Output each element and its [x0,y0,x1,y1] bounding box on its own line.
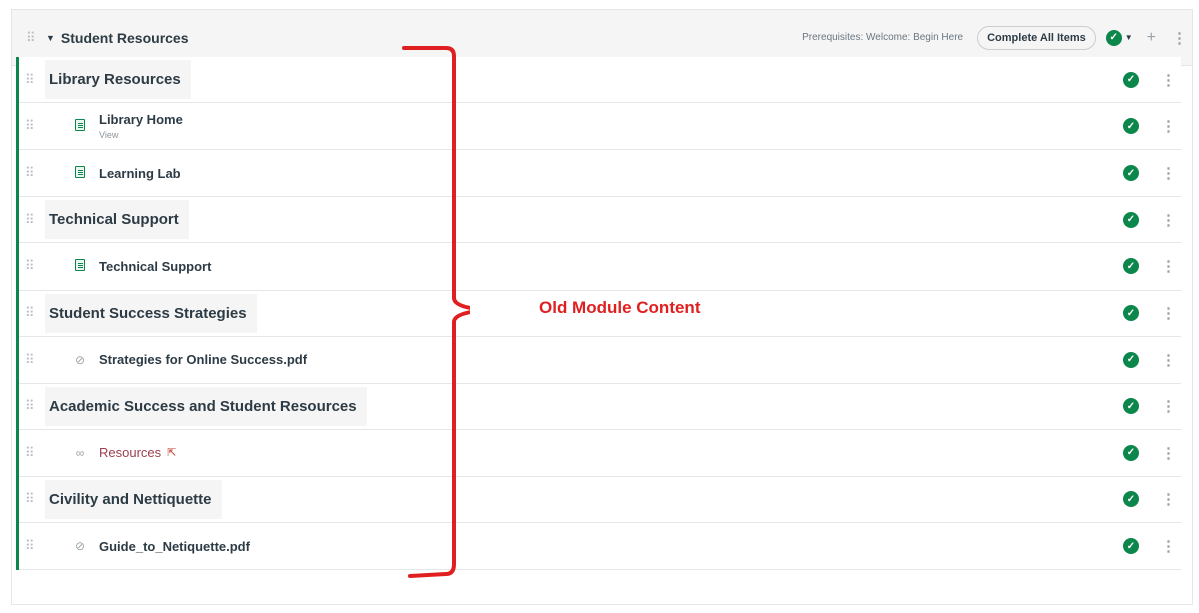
published-check-icon[interactable]: ✓ [1123,118,1139,135]
module-item-link[interactable]: Technical Support [99,259,211,274]
text-header-row[interactable]: ⠿ Academic Success and Student Resources ✓… [19,383,1181,430]
item-options-icon[interactable]: ⋮ [1161,164,1176,182]
published-check-icon[interactable]: ✓ [1123,258,1139,275]
item-options-icon[interactable]: ⋮ [1161,257,1176,275]
annotation-bracket [402,46,470,578]
text-header-label: Civility and Nettiquette [45,479,222,519]
module-options-icon[interactable]: ⋮ [1172,29,1187,47]
link-icon: ∞ [75,445,85,460]
item-options-icon[interactable]: ⋮ [1161,71,1176,89]
module-item-row[interactable]: ⠿ Learning Lab ✓ ⋮ [19,150,1181,198]
bracket-path [402,46,470,578]
drag-handle-icon[interactable]: ⠿ [25,165,39,181]
page-icon [67,258,93,274]
paperclip-icon: ⊘ [74,539,86,554]
text-header-label: Student Success Strategies [45,293,257,333]
item-options-icon[interactable]: ⋮ [1161,117,1176,135]
publish-dropdown-icon[interactable]: ▼ [1125,33,1133,42]
module-item-link[interactable]: Strategies for Online Success.pdf [99,352,307,367]
module-item-link[interactable]: Guide_to_Netiquette.pdf [99,539,250,554]
module-item-row[interactable]: ⠿ Library Home View ✓ ⋮ [19,103,1181,151]
publish-check-icon[interactable]: ✓ [1105,29,1122,46]
row-actions: ✓ ⋮ [1123,351,1176,369]
item-requirement-text: View [99,130,119,141]
row-actions: ✓ ⋮ [1123,117,1176,135]
drag-handle-icon[interactable]: ⠿ [25,538,39,554]
published-check-icon[interactable]: ✓ [1123,491,1139,508]
module-item-link[interactable]: Library Home [99,112,183,127]
item-options-icon[interactable]: ⋮ [1161,490,1176,508]
module-header-actions: Prerequisites: Welcome: Begin Here Compl… [802,25,1187,50]
row-actions: ✓ ⋮ [1123,164,1176,182]
item-options-icon[interactable]: ⋮ [1161,211,1176,229]
item-options-icon[interactable]: ⋮ [1161,444,1176,462]
item-text: Guide_to_Netiquette.pdf [99,539,250,554]
module-title: Student Resources [60,29,189,46]
external-link-icon: ⇱ [167,447,177,460]
row-actions: ✓ ⋮ [1123,304,1176,322]
item-options-icon[interactable]: ⋮ [1161,351,1176,369]
prerequisites-text: Prerequisites: Welcome: Begin Here [802,32,964,43]
drag-handle-icon[interactable]: ⠿ [25,305,39,321]
row-actions: ✓ ⋮ [1123,397,1176,415]
published-check-icon[interactable]: ✓ [1123,305,1139,322]
module-item-link[interactable]: Learning Lab [99,166,181,181]
text-header-row[interactable]: ⠿ Civility and Nettiquette ✓ ⋮ [19,476,1181,523]
item-text: Resources ⇱ [99,445,176,460]
text-header-row[interactable]: ⠿ Library Resources ✓ ⋮ [19,57,1181,103]
published-check-icon[interactable]: ✓ [1123,398,1139,415]
drag-handle-icon[interactable]: ⠿ [25,118,39,134]
text-header-label: Library Resources [45,60,191,99]
published-check-icon[interactable]: ✓ [1123,444,1139,461]
item-text: Learning Lab [99,166,181,181]
complete-all-items-button[interactable]: Complete All Items [977,25,1096,50]
row-actions: ✓ ⋮ [1123,257,1176,275]
drag-handle-icon[interactable]: ⠿ [26,30,40,46]
page-icon [67,165,93,181]
item-text: Strategies for Online Success.pdf [99,352,307,367]
drag-handle-icon[interactable]: ⠿ [25,445,39,461]
annotation-label: Old Module Content [539,298,701,317]
add-item-icon[interactable]: + [1147,29,1156,47]
module-item-row[interactable]: ⠿ ∞ Resources ⇱ ✓ ⋮ [19,429,1181,477]
row-actions: ✓ ⋮ [1123,444,1176,462]
collapse-caret-icon[interactable]: ▼ [46,33,55,43]
page-icon [67,118,93,134]
item-options-icon[interactable]: ⋮ [1161,397,1176,415]
drag-handle-icon[interactable]: ⠿ [25,398,39,414]
drag-handle-icon[interactable]: ⠿ [25,491,39,507]
paperclip-icon: ⊘ [74,352,86,367]
module-item-row[interactable]: ⠿ Technical Support ✓ ⋮ [19,243,1181,291]
text-header-label: Academic Success and Student Resources [45,386,367,426]
published-check-icon[interactable]: ✓ [1123,71,1139,88]
module-item-link[interactable]: Resources [99,445,161,460]
drag-handle-icon[interactable]: ⠿ [25,258,39,274]
item-options-icon[interactable]: ⋮ [1161,537,1176,555]
published-check-icon[interactable]: ✓ [1123,538,1139,555]
row-actions: ✓ ⋮ [1123,490,1176,508]
text-header-row[interactable]: ⠿ Technical Support ✓ ⋮ [19,197,1181,244]
row-actions: ✓ ⋮ [1123,537,1176,555]
row-actions: ✓ ⋮ [1123,71,1176,89]
item-options-icon[interactable]: ⋮ [1161,304,1176,322]
published-check-icon[interactable]: ✓ [1123,211,1139,228]
drag-handle-icon[interactable]: ⠿ [25,72,39,88]
row-actions: ✓ ⋮ [1123,211,1176,229]
drag-handle-icon[interactable]: ⠿ [25,212,39,228]
item-text: Technical Support [99,259,211,274]
drag-handle-icon[interactable]: ⠿ [25,352,39,368]
module-item-row[interactable]: ⠿ ⊘ Strategies for Online Success.pdf ✓ ⋮ [19,336,1181,384]
published-check-icon[interactable]: ✓ [1123,165,1139,182]
item-text: Library Home View [99,112,183,140]
text-header-label: Technical Support [45,200,189,240]
module-item-row[interactable]: ⠿ ⊘ Guide_to_Netiquette.pdf ✓ ⋮ [19,522,1181,571]
published-check-icon[interactable]: ✓ [1123,351,1139,368]
